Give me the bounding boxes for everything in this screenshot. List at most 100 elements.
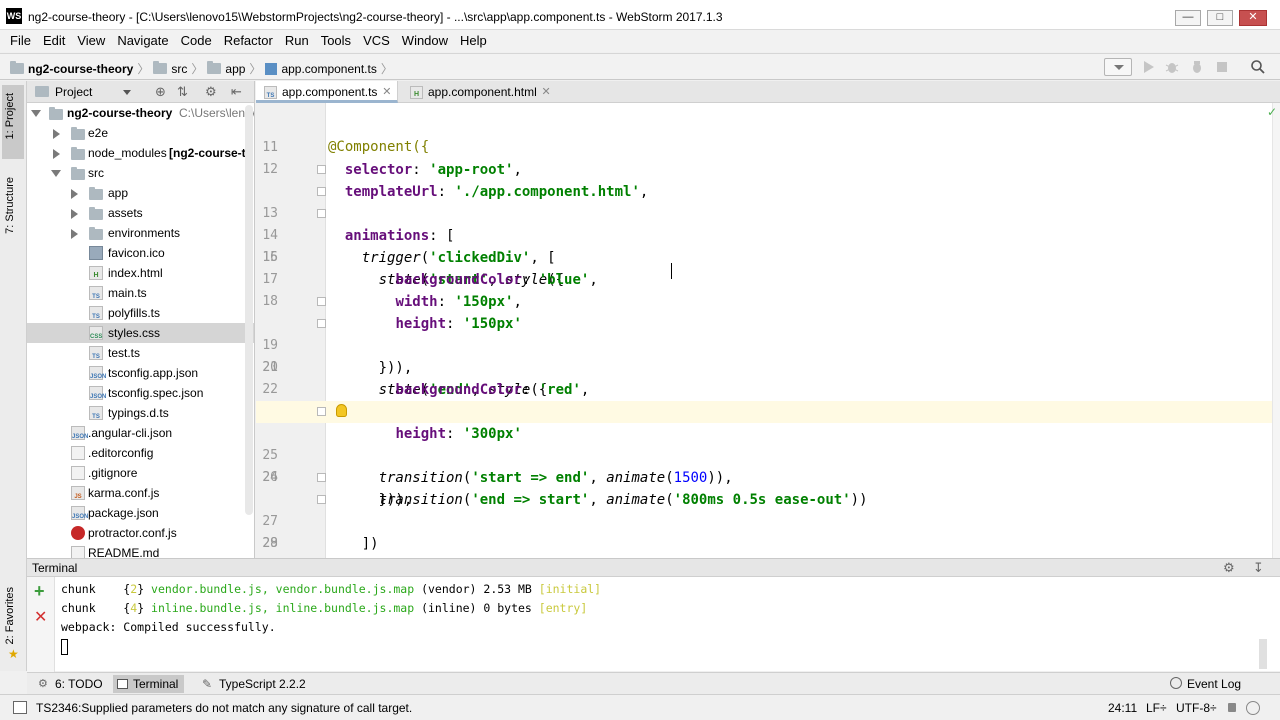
menu-refactor[interactable]: Refactor [218, 30, 279, 52]
terminal-tool-tab[interactable]: Terminal [113, 675, 185, 693]
tree-item-main-ts[interactable]: TS main.ts [27, 283, 254, 303]
tree-item-protractor-conf[interactable]: protractor.conf.js [27, 523, 254, 543]
tree-item-label: tsconfig.app.json [108, 366, 199, 380]
menu-view[interactable]: View [71, 30, 111, 52]
run-config-dropdown[interactable] [1104, 58, 1132, 76]
file-encoding[interactable]: UTF-8÷ [1176, 701, 1217, 715]
code-line: @Component({ [256, 103, 1272, 155]
menu-edit[interactable]: Edit [37, 30, 71, 52]
editor-tab-bar: TS app.component.ts ✕ H app.component.ht… [256, 81, 1280, 103]
chevron-down-icon[interactable] [123, 90, 131, 95]
typescript-tool-tab[interactable]: ✎ TypeScript 2.2.2 [199, 675, 306, 693]
favorites-tool-tab[interactable]: 2: Favorites [4, 587, 16, 644]
menu-run[interactable]: Run [279, 30, 315, 52]
folder-icon [71, 167, 85, 180]
fold-icon[interactable] [317, 165, 326, 174]
fold-icon[interactable] [317, 473, 326, 482]
structure-tool-tab[interactable]: 7: Structure [4, 177, 16, 234]
tree-item-label: .angular-cli.json [88, 426, 173, 440]
code-editor[interactable]: @Component({ 11 selector: 'app-root', 12… [256, 103, 1272, 558]
menu-file[interactable]: File [4, 30, 37, 52]
tree-item-assets[interactable]: assets [27, 203, 254, 223]
breadcrumb-app[interactable]: app [225, 62, 245, 76]
close-session-icon[interactable]: ✕ [34, 607, 47, 627]
terminal-scrollbar[interactable] [1259, 639, 1267, 669]
typescript-icon: ✎ [202, 677, 213, 691]
tree-item-karma-conf[interactable]: JS karma.conf.js [27, 483, 254, 503]
tree-item-typings[interactable]: TS typings.d.ts [27, 403, 254, 423]
terminal-text: chunk { [61, 601, 131, 615]
lightbulb-icon[interactable] [336, 404, 347, 417]
hide-panel-icon[interactable]: ↧ [1253, 560, 1264, 576]
close-tab-icon[interactable]: ✕ [382, 81, 391, 103]
tree-item-angular-cli[interactable]: JSON .angular-cli.json [27, 423, 254, 443]
inspector-icon[interactable] [1246, 701, 1260, 715]
tree-item-node-modules[interactable]: node_modules [ng2-course-th [27, 143, 254, 163]
tab-app-component-html[interactable]: H app.component.html ✕ [402, 81, 557, 103]
fold-icon[interactable] [317, 319, 326, 328]
editor-scrollbar[interactable]: ✓ [1267, 103, 1280, 558]
tree-item-src[interactable]: src [27, 163, 254, 183]
terminal-icon [117, 679, 128, 689]
tree-item-editorconfig[interactable]: .editorconfig [27, 443, 254, 463]
fold-icon[interactable] [317, 187, 326, 196]
debug-icon[interactable] [1164, 59, 1180, 75]
event-log-tool-tab[interactable]: Event Log [1167, 675, 1241, 693]
gear-icon[interactable]: ⚙ [1223, 560, 1235, 576]
protractor-file-icon [71, 526, 85, 540]
search-icon[interactable] [1250, 59, 1266, 75]
tree-item-environments[interactable]: environments [27, 223, 254, 243]
tree-item-tsconfig-app[interactable]: JSON tsconfig.app.json [27, 363, 254, 383]
tree-item-index-html[interactable]: H index.html [27, 263, 254, 283]
menu-vcs[interactable]: VCS [357, 30, 396, 52]
code-line: 19 })), [256, 291, 1272, 376]
tree-item-test-ts[interactable]: TS test.ts [27, 343, 254, 363]
folder-icon [89, 187, 103, 200]
menu-tools[interactable]: Tools [315, 30, 357, 52]
tree-item-package-json[interactable]: JSON package.json [27, 503, 254, 523]
stop-icon[interactable] [1214, 59, 1230, 75]
tree-item-favicon[interactable]: favicon.ico [27, 243, 254, 263]
text-cursor-icon [671, 263, 673, 279]
close-tab-icon[interactable]: ✕ [542, 81, 551, 103]
toggle-tool-windows-icon[interactable] [13, 701, 27, 714]
tree-item-app[interactable]: app [27, 183, 254, 203]
coverage-icon[interactable] [1189, 59, 1205, 75]
hide-panel-icon[interactable]: ⇤ [231, 84, 242, 100]
tree-item-polyfills-ts[interactable]: TS polyfills.ts [27, 303, 254, 323]
tree-item-styles-css[interactable]: CSS styles.css [27, 323, 254, 343]
lock-icon[interactable] [1228, 703, 1236, 712]
terminal-cursor[interactable] [61, 639, 68, 655]
line-separator[interactable]: LF÷ [1146, 701, 1167, 715]
breadcrumb-src[interactable]: src [171, 62, 187, 76]
fold-icon[interactable] [317, 495, 326, 504]
maximize-button[interactable]: □ [1207, 10, 1233, 26]
menu-navigate[interactable]: Navigate [111, 30, 174, 52]
fold-icon[interactable] [317, 297, 326, 306]
caret-position[interactable]: 24:11 [1108, 701, 1137, 715]
minimize-button[interactable]: — [1175, 10, 1201, 26]
tab-app-component-ts[interactable]: TS app.component.ts ✕ [256, 81, 399, 103]
run-icon[interactable] [1140, 59, 1156, 75]
project-view-dropdown[interactable]: Project [55, 85, 92, 99]
tree-item-e2e[interactable]: e2e [27, 123, 254, 143]
html-file-icon: H [89, 266, 103, 280]
fold-icon[interactable] [317, 407, 326, 416]
menu-window[interactable]: Window [396, 30, 454, 52]
project-scrollbar[interactable] [245, 105, 253, 515]
tree-item-tsconfig-spec[interactable]: JSON tsconfig.spec.json [27, 383, 254, 403]
scroll-from-source-icon[interactable]: ⊕ [155, 84, 166, 100]
menu-help[interactable]: Help [454, 30, 493, 52]
new-session-icon[interactable]: + [34, 581, 45, 602]
fold-icon[interactable] [317, 209, 326, 218]
gear-icon[interactable]: ⚙ [205, 84, 217, 100]
tree-item-readme[interactable]: README.md [27, 543, 254, 558]
collapse-all-icon[interactable]: ⇅ [177, 84, 188, 100]
close-button[interactable]: ✕ [1239, 10, 1267, 26]
breadcrumb-file[interactable]: app.component.ts [281, 62, 376, 76]
breadcrumb-project[interactable]: ng2-course-theory [28, 62, 133, 76]
tree-item-gitignore[interactable]: .gitignore [27, 463, 254, 483]
tree-item-root[interactable]: ng2-course-theory C:\Users\lenov [27, 103, 254, 123]
menu-code[interactable]: Code [175, 30, 218, 52]
todo-tool-tab[interactable]: ⚙ 6: TODO [35, 675, 103, 693]
